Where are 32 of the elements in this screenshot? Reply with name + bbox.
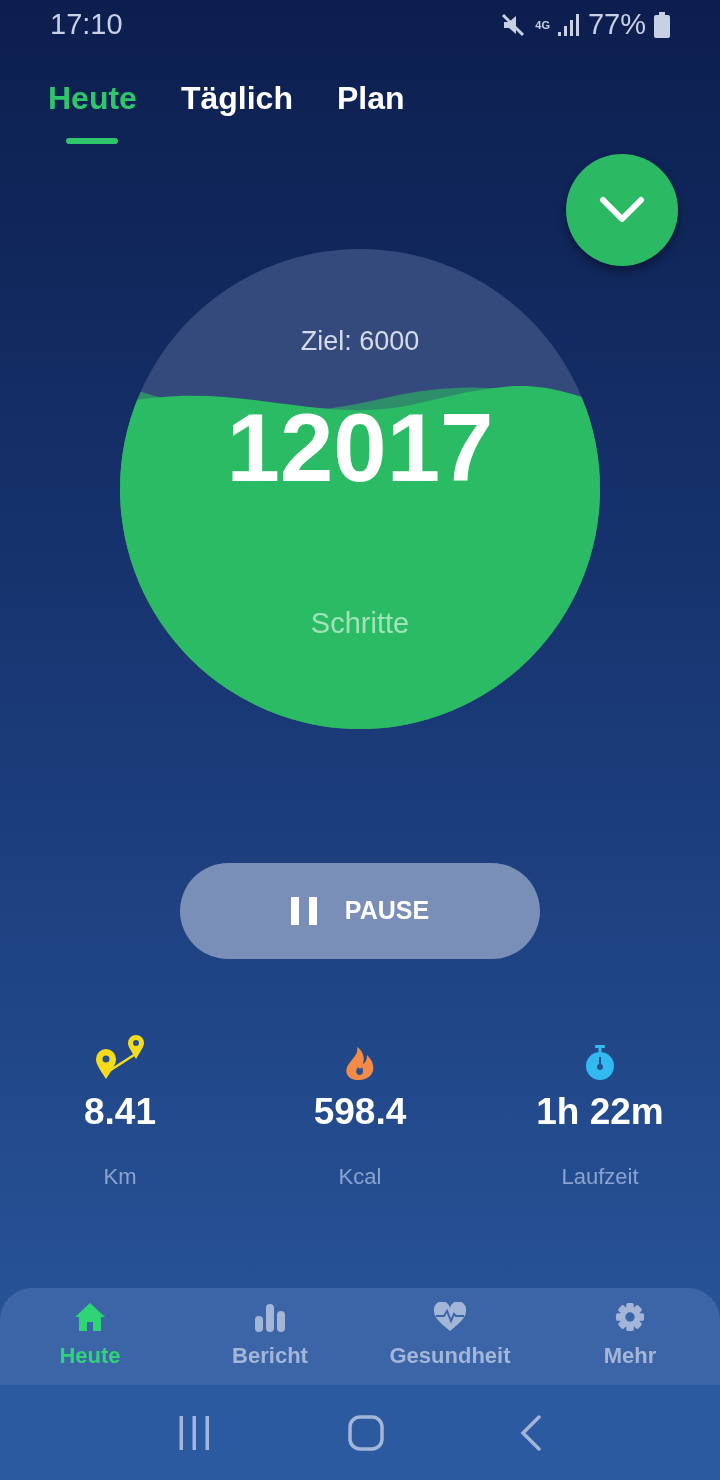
- pause-icon: [290, 897, 317, 925]
- tab[interactable]: Plan: [336, 72, 405, 144]
- stat-value: 598.4: [313, 1093, 407, 1130]
- signal-icon: [557, 14, 580, 36]
- pause-button[interactable]: PAUSE: [180, 863, 540, 959]
- nav-item[interactable]: Bericht: [180, 1301, 360, 1372]
- network-type: 4G: [535, 19, 550, 31]
- bar-chart-icon: [253, 1302, 287, 1332]
- home-icon: [74, 1302, 106, 1332]
- home-button-icon[interactable]: [348, 1414, 384, 1451]
- chevron-down-icon: [599, 196, 645, 224]
- goal-label: Ziel: 6000: [300, 325, 420, 358]
- heart-pulse-icon: [433, 1302, 467, 1332]
- nav-item[interactable]: Gesundheit: [360, 1301, 540, 1372]
- tab[interactable]: Täglich: [180, 72, 293, 144]
- battery-level: 77%: [587, 7, 646, 43]
- status-time: 17:10: [50, 7, 123, 43]
- recent-apps-icon[interactable]: [178, 1415, 212, 1450]
- stat-label: Kcal: [338, 1163, 382, 1191]
- route-pins-icon: [94, 1033, 146, 1081]
- stat-value: 8.41: [84, 1093, 156, 1130]
- step-count: 12017: [226, 399, 494, 496]
- steps-unit: Schritte: [310, 605, 410, 641]
- stat-label: Laufzeit: [561, 1163, 639, 1191]
- back-icon[interactable]: [520, 1414, 542, 1451]
- tab[interactable]: Heute: [48, 72, 137, 144]
- nav-item[interactable]: Mehr: [540, 1301, 720, 1372]
- stopwatch-icon: [584, 1045, 616, 1081]
- battery-icon: [654, 12, 670, 38]
- nav-item[interactable]: Heute: [0, 1301, 180, 1372]
- stat-value: 1h 22m: [536, 1093, 664, 1130]
- stat-label: Km: [103, 1163, 137, 1191]
